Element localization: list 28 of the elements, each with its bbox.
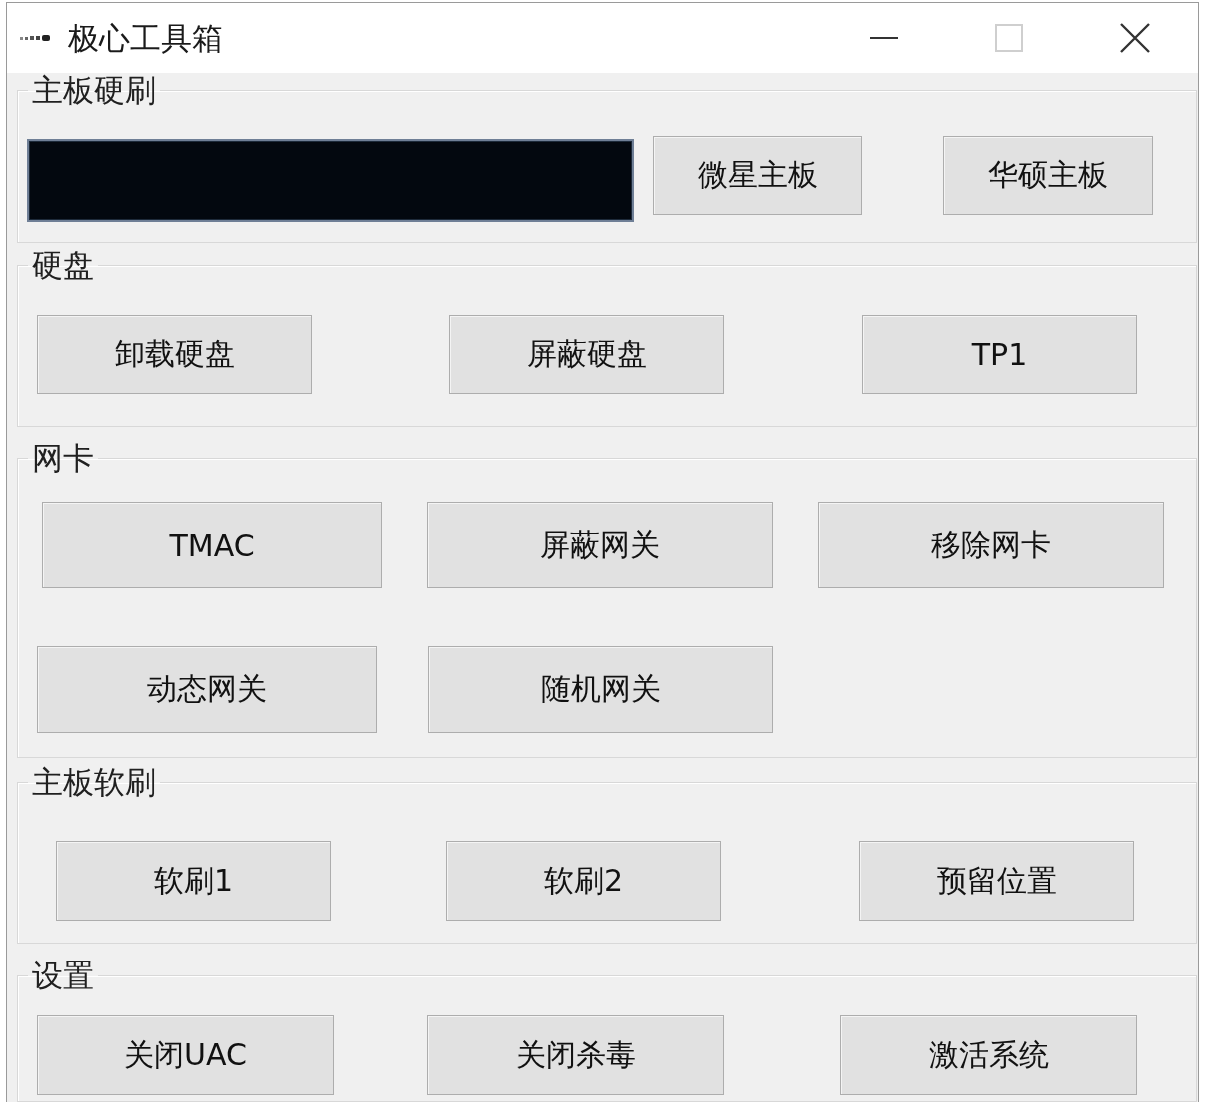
action-button[interactable]: 卸载硬盘 <box>37 315 312 394</box>
minimize-icon <box>870 37 898 39</box>
action-button[interactable]: 软刷1 <box>56 841 331 921</box>
action-button[interactable]: 关闭杀毒 <box>427 1015 724 1095</box>
action-button[interactable]: 屏蔽硬盘 <box>449 315 724 394</box>
app-icon <box>20 34 50 42</box>
action-button[interactable]: 华硕主板 <box>943 136 1153 215</box>
group-label: 设置 <box>31 959 95 991</box>
action-button[interactable]: 微星主板 <box>653 136 862 215</box>
close-button[interactable] <box>1120 23 1150 53</box>
group-label: 硬盘 <box>31 249 95 281</box>
action-button[interactable]: 移除网卡 <box>818 502 1164 588</box>
action-button[interactable]: 激活系统 <box>840 1015 1137 1095</box>
action-button[interactable]: 屏蔽网关 <box>427 502 773 588</box>
text-field[interactable] <box>27 139 634 222</box>
action-button[interactable]: TMAC <box>42 502 382 588</box>
close-icon <box>1120 23 1150 53</box>
action-button[interactable]: 动态网关 <box>37 646 377 733</box>
action-button[interactable]: 随机网关 <box>428 646 773 733</box>
action-button[interactable]: TP1 <box>862 315 1137 394</box>
action-button[interactable]: 关闭UAC <box>37 1015 334 1095</box>
window-title: 极心工具箱 <box>68 20 223 56</box>
maximize-icon <box>995 24 1023 52</box>
group-label: 主板硬刷 <box>31 74 157 106</box>
group-label: 网卡 <box>31 442 95 474</box>
action-button[interactable]: 软刷2 <box>446 841 721 921</box>
group-label: 主板软刷 <box>31 766 157 798</box>
action-button[interactable]: 预留位置 <box>859 841 1134 921</box>
